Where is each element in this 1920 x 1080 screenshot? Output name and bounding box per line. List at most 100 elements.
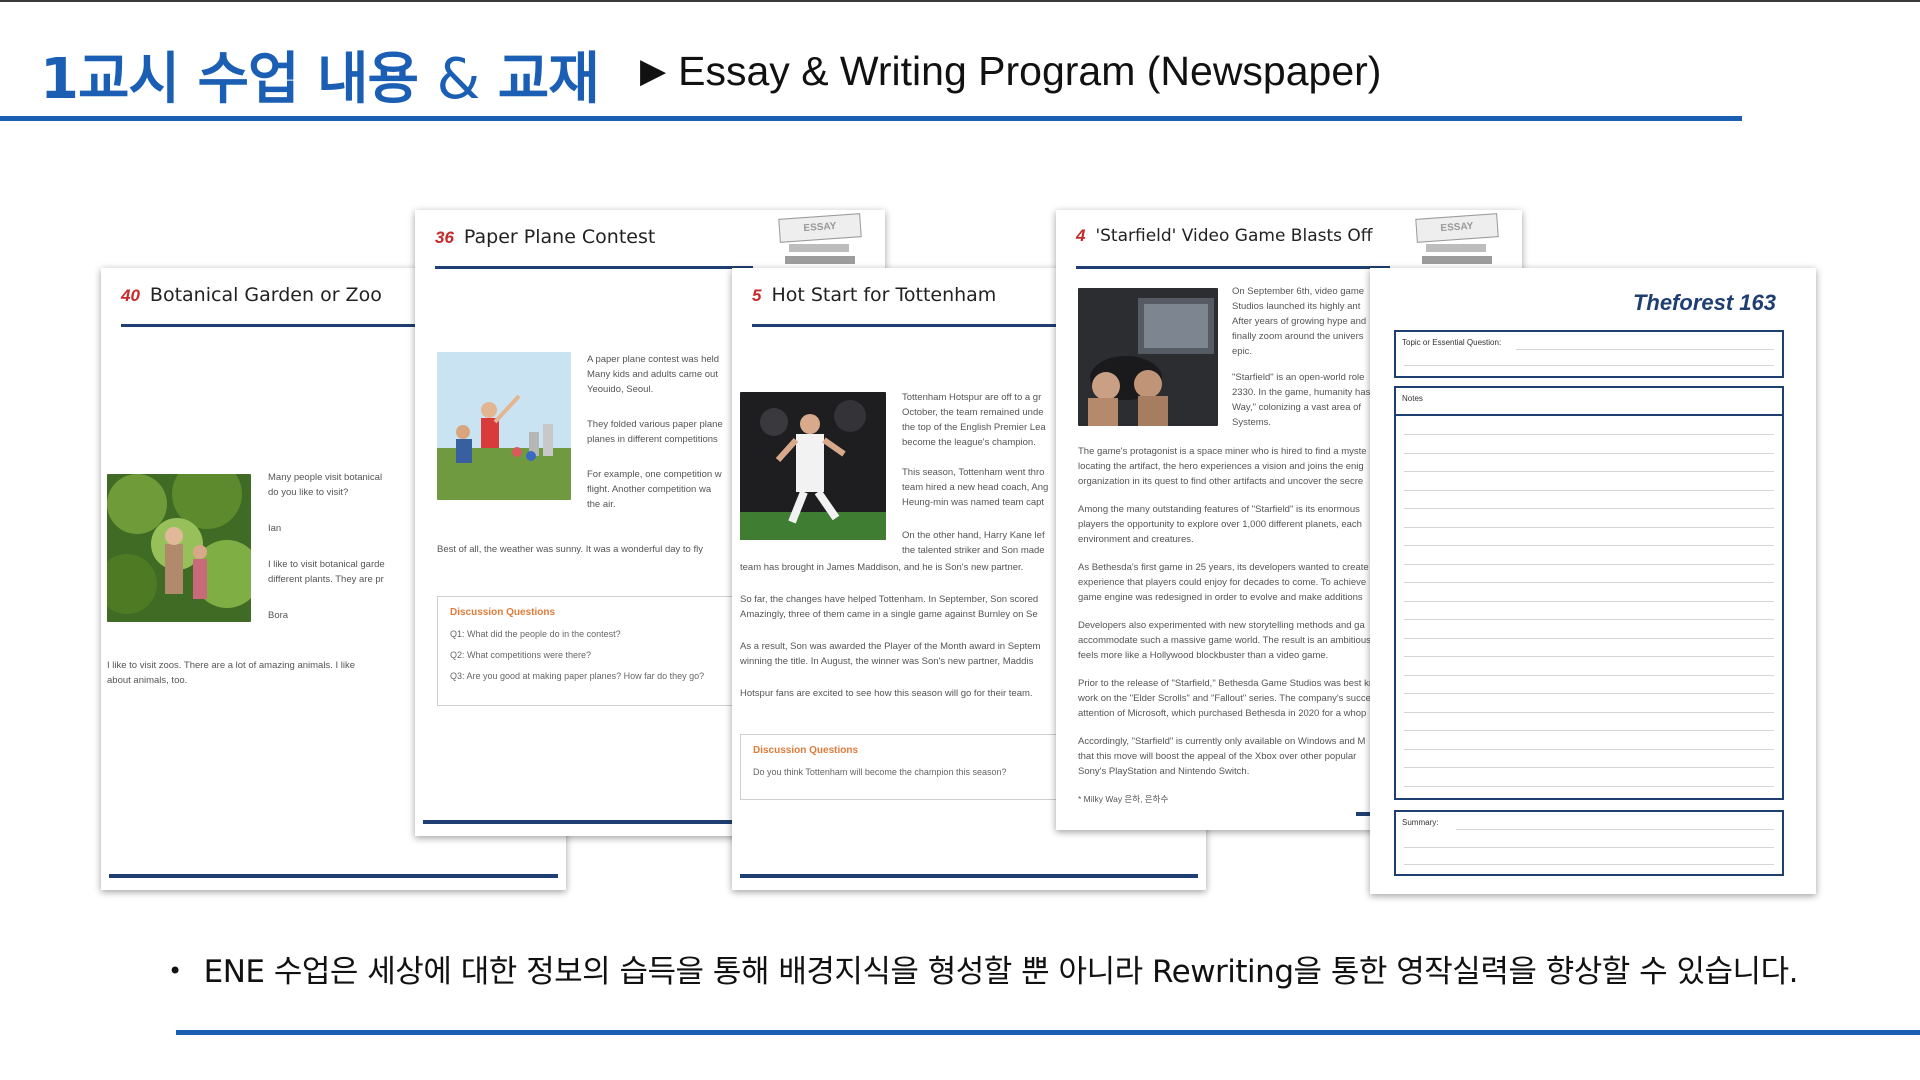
article-line: "Starfield" is an open-world role xyxy=(1232,372,1365,383)
discussion-question: Q2: What competitions were there? xyxy=(450,650,592,660)
article-line: They folded various paper plane xyxy=(587,419,723,430)
article-line: that this move will boost the appeal of … xyxy=(1078,751,1357,762)
discussion-question: Q1: What did the people do in the contes… xyxy=(450,629,621,639)
article-line: On September 6th, video game xyxy=(1232,286,1365,297)
summary-box: Summary: xyxy=(1394,810,1784,876)
lesson-title: 'Starfield' Video Game Blasts Off xyxy=(1095,226,1373,246)
article-line: Many people visit botanical xyxy=(268,472,383,483)
article-line: flight. Another competition wa xyxy=(587,484,712,495)
article-line: do you like to visit? xyxy=(268,487,349,498)
article-line: Heung-min was named team capt xyxy=(902,497,1045,508)
article-line: attention of Microsoft, which purchased … xyxy=(1078,708,1367,719)
page-title: 1교시 수업 내용 & 교재 xyxy=(40,34,600,115)
page-bottom-rule xyxy=(423,820,735,824)
essay-stamp-icon: ESSAY xyxy=(778,213,863,264)
article-line: On the other hand, Harry Kane lef xyxy=(902,530,1045,541)
article-line: Developers also experimented with new st… xyxy=(1078,620,1365,631)
worksheet-title: Theforest 163 xyxy=(1632,290,1776,315)
article-line: planes in different competitions xyxy=(587,434,718,445)
page-bottom-rule xyxy=(740,874,1198,878)
speaker-name: Bora xyxy=(268,610,289,621)
title-part1: 1교시 수업 내용 xyxy=(40,47,419,112)
article-line: Sony's PlayStation and Nintendo Switch. xyxy=(1078,766,1250,777)
lesson-number: 4 xyxy=(1076,226,1086,245)
bullet-icon: • xyxy=(168,957,182,985)
article-line: different plants. They are pr xyxy=(268,574,384,585)
article-line: A paper plane contest was held xyxy=(587,354,720,365)
lesson-number: 40 xyxy=(121,286,140,305)
article-line: So far, the changes have helped Tottenha… xyxy=(740,594,1039,605)
ruled-line xyxy=(1404,526,1774,528)
ruled-line xyxy=(1404,637,1774,639)
ruled-line xyxy=(1404,471,1774,472)
article-line: players the opportunity to explore over … xyxy=(1078,519,1362,530)
stamp-label: ESSAY xyxy=(1415,213,1499,243)
article-line: environment and creatures. xyxy=(1078,534,1194,545)
article-line: team has brought in James Maddison, and … xyxy=(740,562,1024,573)
footnote: * Milky Way 은하, 은하수 xyxy=(1078,794,1169,804)
summary-label: Summary: xyxy=(1402,818,1439,827)
article-line: team hired a new head coach, Ang xyxy=(902,482,1049,493)
article-line: Amazingly, three of them came in a singl… xyxy=(740,609,1038,620)
footer-text: ENE 수업은 세상에 대한 정보의 습득을 통해 배경지식을 형성할 뿐 아니… xyxy=(203,954,1799,990)
title-part2: 교재 xyxy=(497,47,600,112)
discussion-question: Do you think Tottenham will become the c… xyxy=(753,767,1007,777)
ruled-line xyxy=(1404,563,1774,565)
lesson-title: Botanical Garden or Zoo xyxy=(149,284,382,306)
stamp-bar xyxy=(1426,244,1486,252)
stamp-bar xyxy=(1422,256,1492,264)
article-line: As Bethesda's first game in 25 years, it… xyxy=(1078,562,1369,573)
soccer-player-photo xyxy=(740,392,886,540)
ruled-line xyxy=(1396,414,1782,416)
stamp-label: ESSAY xyxy=(778,213,862,243)
worksheet-page: Theforest 163 Topic or Essential Questio… xyxy=(1370,268,1816,894)
article-line: As a result, Son was awarded the Player … xyxy=(740,641,1041,652)
speaker-name: Ian xyxy=(268,523,282,534)
discussion-heading: Discussion Questions xyxy=(753,745,859,756)
discussion-box: Discussion Questions Q1: What did the pe… xyxy=(437,596,751,706)
article-line: become the league's champion. xyxy=(902,437,1036,448)
article-line: This season, Tottenham went thro xyxy=(902,467,1045,478)
ruled-line xyxy=(1404,748,1774,750)
article-line: Many kids and adults came out xyxy=(587,369,718,380)
page-bottom-rule xyxy=(109,874,558,878)
lesson-number: 5 xyxy=(752,286,762,305)
ruled-line xyxy=(1404,582,1774,583)
essay-stamp-icon: ESSAY xyxy=(1415,213,1500,264)
article-line: Accordingly, "Starfield" is currently on… xyxy=(1078,736,1366,747)
article-line: epic. xyxy=(1232,346,1253,357)
article-line: October, the team remained unde xyxy=(902,407,1044,418)
paper-plane-photo xyxy=(437,352,571,500)
article-line: the air. xyxy=(587,499,616,510)
article-line: game engine was redesigned in order to e… xyxy=(1078,592,1363,603)
ruled-line xyxy=(1404,730,1774,731)
article-line: After years of growing hype and xyxy=(1232,316,1367,327)
article-line: Studios launched its highly ant xyxy=(1232,301,1361,312)
article-line: Systems. xyxy=(1232,417,1272,428)
lesson-title: Paper Plane Contest xyxy=(463,226,656,248)
article-line: Best of all, the weather was sunny. It w… xyxy=(437,544,703,555)
notes-box: Notes xyxy=(1394,386,1784,800)
ruled-line xyxy=(1456,829,1774,830)
header-divider xyxy=(0,116,1742,121)
article-line: I like to visit botanical garde xyxy=(268,559,385,570)
article-line: 2330. In the game, humanity has xyxy=(1232,387,1371,398)
stamp-bar xyxy=(789,244,849,252)
topic-box: Topic or Essential Question: xyxy=(1394,330,1784,378)
ruled-line xyxy=(1404,600,1774,602)
footer-divider xyxy=(176,1030,1920,1035)
ruled-line xyxy=(1404,545,1774,546)
ruled-line xyxy=(1404,693,1774,694)
article-line: winning the title. In August, the winner… xyxy=(740,656,1034,667)
page-header: 36 Paper Plane Contest xyxy=(435,226,753,269)
ruled-line xyxy=(1404,508,1774,509)
article-line: Among the many outstanding features of "… xyxy=(1078,504,1360,515)
article-line: Hotspur fans are excited to see how this… xyxy=(740,688,1033,699)
ruled-line xyxy=(1404,434,1774,435)
article-line: Tottenham Hotspur are off to a gr xyxy=(902,392,1042,403)
notes-label: Notes xyxy=(1402,394,1423,403)
ruled-line xyxy=(1404,785,1774,787)
ruled-line xyxy=(1516,349,1774,350)
ruled-line xyxy=(1404,847,1774,848)
ruled-line xyxy=(1404,452,1774,454)
